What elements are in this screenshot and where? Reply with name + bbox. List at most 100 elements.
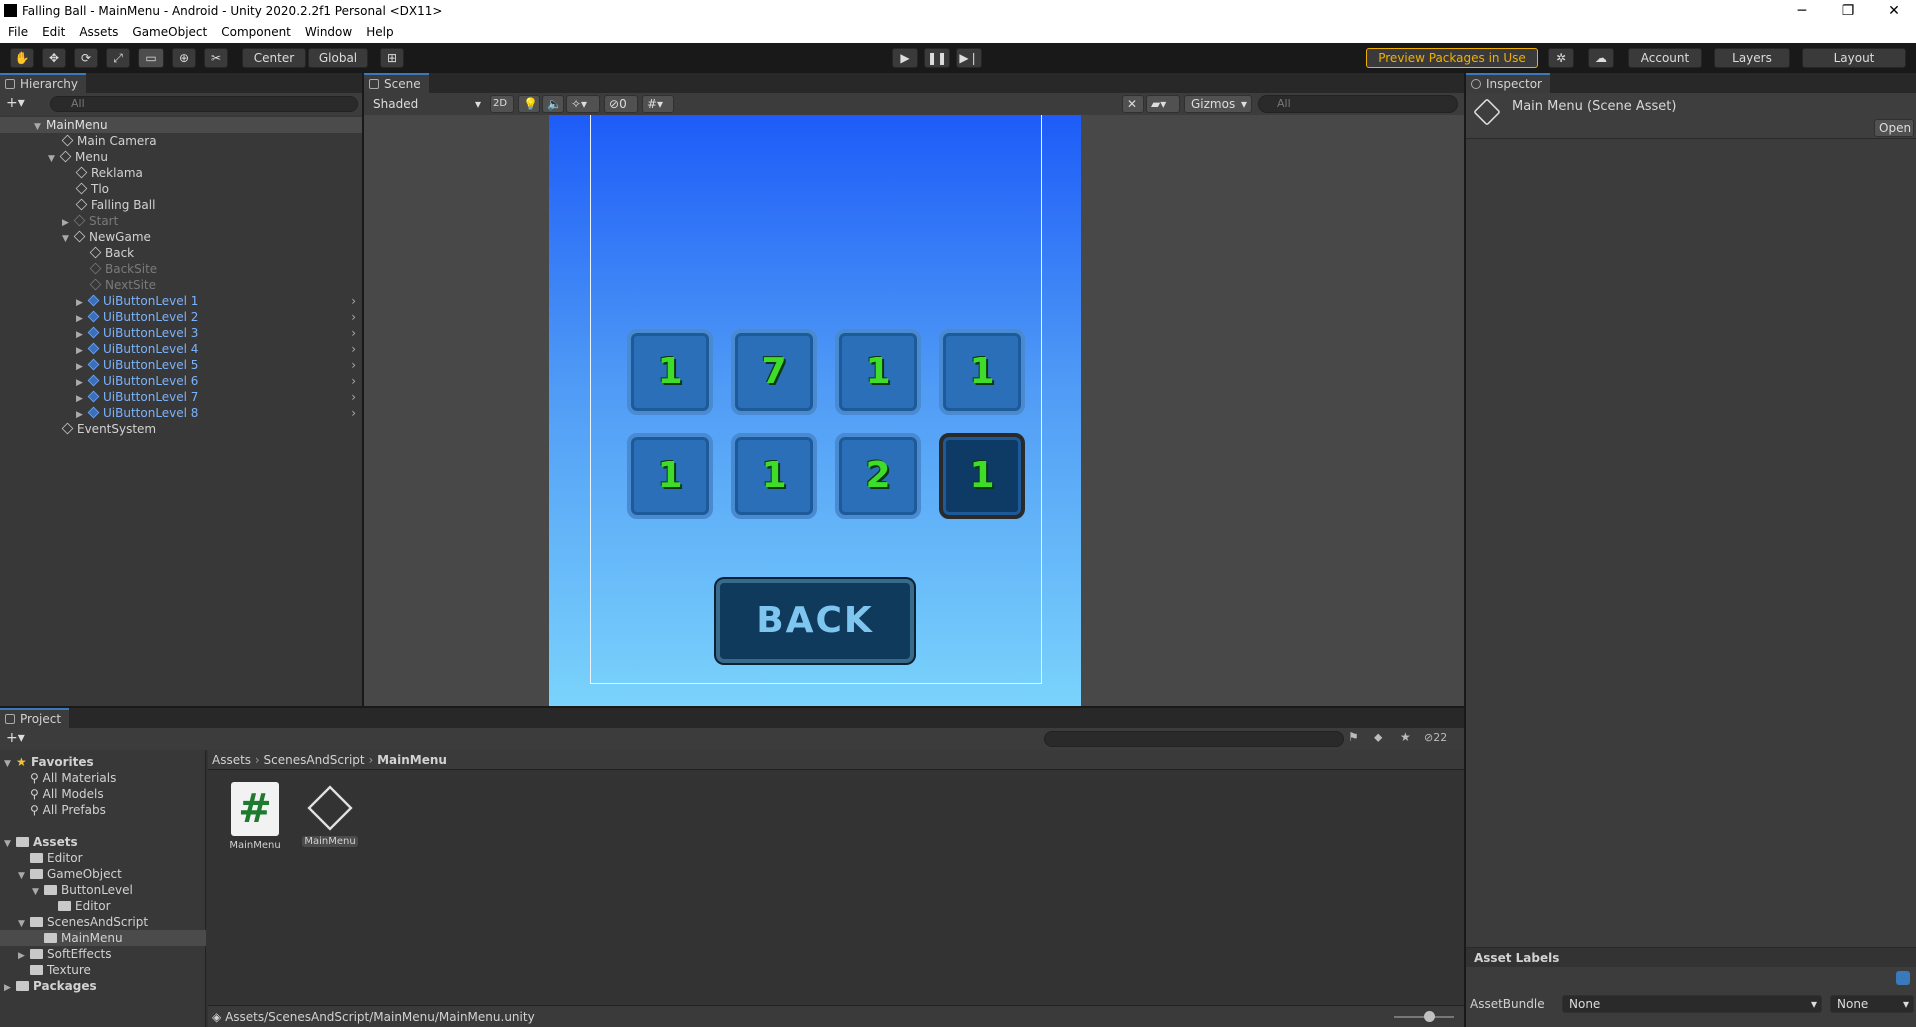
tree-item-main-camera[interactable]: Main Camera <box>0 133 362 149</box>
prefab-open-chevron-icon[interactable]: › <box>351 325 356 341</box>
close-icon[interactable]: ✕ <box>1874 2 1914 20</box>
icon-size-slider[interactable] <box>1394 1011 1454 1022</box>
settings-gear-icon[interactable]: ✲ <box>1548 48 1574 68</box>
rotate-tool-icon[interactable]: ⟳ <box>74 48 98 68</box>
pivot-global-button[interactable]: Global <box>308 48 368 68</box>
prefab-open-chevron-icon[interactable]: › <box>351 405 356 421</box>
pivot-center-button[interactable]: Center <box>242 48 306 68</box>
tree-item-uibuttonlevel-1[interactable]: ▶ UiButtonLevel 1 › <box>0 293 362 309</box>
project-search-input[interactable] <box>1044 731 1344 747</box>
level-button-3[interactable]: 1 <box>835 329 921 415</box>
scene-tab[interactable]: Scene <box>364 73 429 93</box>
folder-texture[interactable]: Texture <box>0 962 206 978</box>
shading-mode-dropdown[interactable]: Shaded ▾ <box>366 95 486 113</box>
tree-item-uibuttonlevel-4[interactable]: ▶ UiButtonLevel 4 › <box>0 341 362 357</box>
grid-dropdown-icon[interactable]: #▾ <box>642 95 674 113</box>
tree-item-uibuttonlevel-6[interactable]: ▶ UiButtonLevel 6 › <box>0 373 362 389</box>
filter-label-icon[interactable]: ⬥ <box>1374 730 1382 745</box>
favorites-section[interactable]: ▼ ★ Favorites <box>0 754 206 770</box>
2d-toggle-button[interactable]: 2D <box>490 95 514 113</box>
inspector-tab[interactable]: Inspector <box>1466 73 1550 93</box>
menu-window[interactable]: Window <box>297 22 358 39</box>
back-button[interactable]: BACK <box>716 579 914 663</box>
menu-component[interactable]: Component <box>213 22 297 39</box>
assetbundle-dropdown[interactable]: None ▾ <box>1562 995 1822 1013</box>
lighting-toggle-icon[interactable]: 💡 <box>518 95 540 113</box>
favorite-all-models[interactable]: ⚲ All Models <box>0 786 206 802</box>
prefab-open-chevron-icon[interactable]: › <box>351 341 356 357</box>
tree-item-backsite[interactable]: BackSite <box>0 261 362 277</box>
hand-tool-icon[interactable]: ✋ <box>10 48 34 68</box>
tree-item-uibuttonlevel-7[interactable]: ▶ UiButtonLevel 7 › <box>0 389 362 405</box>
tree-item-start[interactable]: ▶ Start <box>0 213 362 229</box>
file-mainmenu-script[interactable]: # MainMenu <box>228 782 282 856</box>
snap-icon[interactable]: ⊞ <box>380 48 404 68</box>
tree-item-mainmenu[interactable]: ▼ MainMenu <box>0 117 362 133</box>
step-icon[interactable]: ▶❘ <box>956 48 982 68</box>
layout-dropdown[interactable]: Layout <box>1802 48 1906 68</box>
create-asset-button[interactable]: +▾ <box>6 730 25 746</box>
account-dropdown[interactable]: Account <box>1628 48 1702 68</box>
preview-packages-button[interactable]: Preview Packages in Use <box>1366 48 1538 68</box>
tree-item-newgame[interactable]: ▼ NewGame <box>0 229 362 245</box>
breadcrumb-mainmenu[interactable]: MainMenu <box>377 753 447 767</box>
breadcrumb-scenesandscript[interactable]: ScenesAndScript <box>264 753 365 767</box>
hidden-objects-count[interactable]: ⊘0 <box>604 95 638 113</box>
prefab-open-chevron-icon[interactable]: › <box>351 293 356 309</box>
tree-item-falling-ball[interactable]: Falling Ball <box>0 197 362 213</box>
level-button-2[interactable]: 7 <box>731 329 817 415</box>
prefab-open-chevron-icon[interactable]: › <box>351 357 356 373</box>
effects-dropdown-icon[interactable]: ✧▾ <box>566 95 600 113</box>
folder-softeffects[interactable]: ▶ SoftEffects <box>0 946 206 962</box>
level-button-6[interactable]: 1 <box>731 433 817 519</box>
prefab-open-chevron-icon[interactable]: › <box>351 389 356 405</box>
filter-type-icon[interactable]: ⚑ <box>1348 730 1359 744</box>
level-button-7[interactable]: 2 <box>835 433 921 519</box>
minimize-icon[interactable]: ─ <box>1782 2 1822 20</box>
folder-buttonlevel[interactable]: ▼ ButtonLevel <box>0 882 206 898</box>
level-button-8[interactable]: 1 <box>939 433 1025 519</box>
gizmos-dropdown[interactable]: Gizmos ▾ <box>1184 95 1252 113</box>
pause-icon[interactable]: ❚❚ <box>924 48 950 68</box>
variant-dropdown[interactable]: None ▾ <box>1830 995 1914 1013</box>
scale-tool-icon[interactable]: ⤢ <box>106 48 130 68</box>
add-object-button[interactable]: +▾ <box>6 95 25 111</box>
tree-item-uibuttonlevel-2[interactable]: ▶ UiButtonLevel 2 › <box>0 309 362 325</box>
level-button-1[interactable]: 1 <box>627 329 713 415</box>
tree-item-uibuttonlevel-5[interactable]: ▶ UiButtonLevel 5 › <box>0 357 362 373</box>
hierarchy-search-input[interactable]: All <box>50 96 358 112</box>
tree-item-reklama[interactable]: Reklama <box>0 165 362 181</box>
transform-tool-icon[interactable]: ⊕ <box>172 48 196 68</box>
custom-tool-icon[interactable]: ✂ <box>204 48 228 68</box>
tree-item-uibuttonlevel-8[interactable]: ▶ UiButtonLevel 8 › <box>0 405 362 421</box>
prefab-open-chevron-icon[interactable]: › <box>351 373 356 389</box>
scene-search-input[interactable]: All <box>1258 95 1458 113</box>
restore-icon[interactable]: ❐ <box>1828 2 1868 20</box>
tree-item-menu[interactable]: ▼ Menu <box>0 149 362 165</box>
folder-mainmenu[interactable]: MainMenu <box>0 930 206 946</box>
tree-item-uibuttonlevel-3[interactable]: ▶ UiButtonLevel 3 › <box>0 325 362 341</box>
packages-folder[interactable]: ▶ Packages <box>0 978 206 994</box>
play-icon[interactable]: ▶ <box>892 48 918 68</box>
level-button-4[interactable]: 1 <box>939 329 1025 415</box>
tree-item-nextsite[interactable]: NextSite <box>0 277 362 293</box>
file-mainmenu-scene[interactable]: MainMenu <box>302 782 358 856</box>
breadcrumb-assets[interactable]: Assets <box>212 753 251 767</box>
tree-item-eventsystem[interactable]: EventSystem <box>0 421 362 437</box>
folder-buttonlevel-editor[interactable]: Editor <box>0 898 206 914</box>
menu-assets[interactable]: Assets <box>71 22 124 39</box>
folder-gameobject[interactable]: ▼ GameObject <box>0 866 206 882</box>
menu-gameobject[interactable]: GameObject <box>124 22 213 39</box>
folder-scenesandscript[interactable]: ▼ ScenesAndScript <box>0 914 206 930</box>
camera-dropdown-icon[interactable]: ▰▾ <box>1146 95 1180 113</box>
favorite-star-icon[interactable]: ★ <box>1400 730 1411 744</box>
hierarchy-tab[interactable]: Hierarchy <box>0 73 87 93</box>
tag-icon[interactable] <box>1896 971 1910 985</box>
favorite-all-prefabs[interactable]: ⚲ All Prefabs <box>0 802 206 818</box>
tools-icon[interactable]: ✕ <box>1122 95 1144 113</box>
folder-editor[interactable]: Editor <box>0 850 206 866</box>
tree-item-tlo[interactable]: Tlo <box>0 181 362 197</box>
prefab-open-chevron-icon[interactable]: › <box>351 309 356 325</box>
rect-tool-icon[interactable]: ▭ <box>138 48 164 68</box>
layers-dropdown[interactable]: Layers <box>1714 48 1790 68</box>
